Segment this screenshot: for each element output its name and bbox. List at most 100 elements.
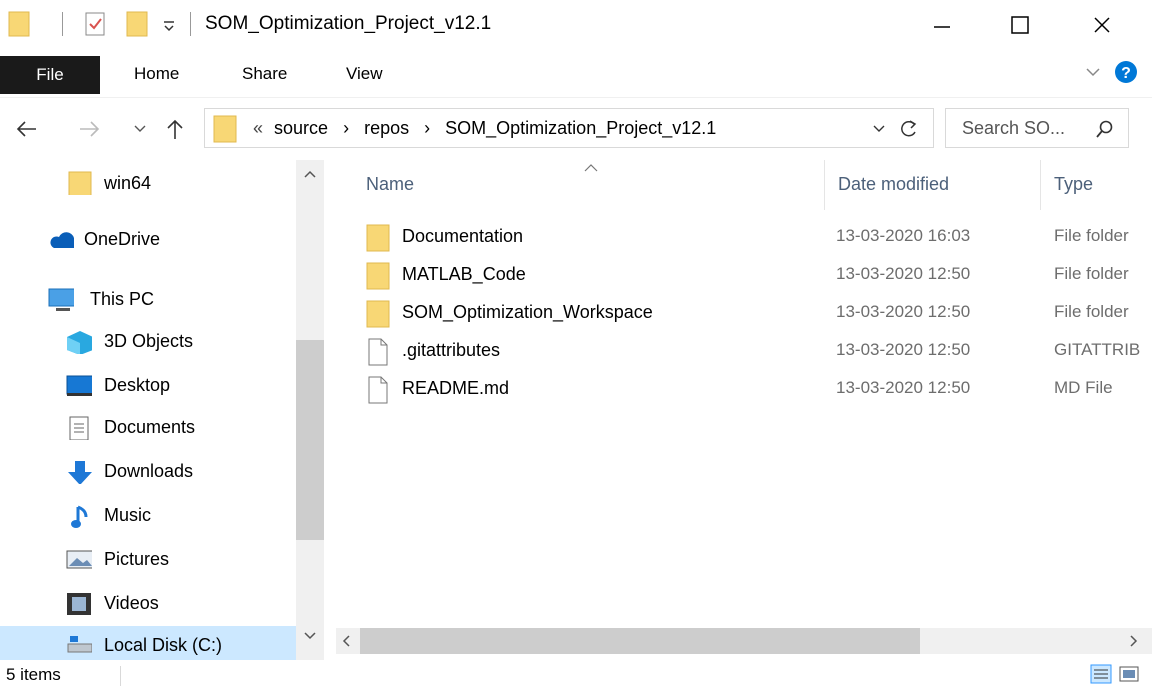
folder-icon — [68, 171, 92, 195]
nav-item-label: OneDrive — [84, 229, 161, 249]
nav-item-label: Desktop — [104, 375, 171, 395]
file-date: 13-03-2020 12:50 — [836, 340, 971, 359]
properties-icon[interactable] — [84, 10, 108, 38]
folder-icon — [213, 115, 237, 143]
ribbon-tabs: File Home Share View ? — [0, 50, 1152, 98]
nav-item-pictures[interactable]: Pictures — [0, 540, 296, 580]
nav-item-videos[interactable]: Videos — [0, 584, 296, 624]
maximize-icon — [1011, 16, 1029, 34]
file-row[interactable]: Documentation 13-03-2020 16:03 File fold… — [360, 218, 1152, 256]
minimize-button[interactable] — [912, 0, 972, 50]
column-header-name[interactable]: Name — [366, 174, 414, 195]
folder-icon — [366, 300, 390, 328]
file-name: Documentation — [402, 226, 524, 246]
breadcrumb-separator[interactable]: › — [424, 118, 430, 138]
file-type: MD File — [1054, 378, 1113, 397]
file-type: File folder — [1054, 302, 1129, 321]
status-bar: 5 items — [0, 660, 1152, 688]
3d-objects-icon — [67, 331, 92, 354]
scroll-down-chevron-icon[interactable] — [304, 632, 316, 640]
nav-item-label: Documents — [104, 417, 196, 437]
file-icon — [368, 376, 388, 404]
nav-item-3d-objects[interactable]: 3D Objects — [0, 322, 296, 362]
title-bar: SOM_Optimization_Project_v12.1 — [0, 0, 1152, 50]
divider — [62, 12, 63, 36]
address-bar[interactable]: « source › repos › SOM_Optimization_Proj… — [204, 108, 934, 148]
nav-item-win64[interactable]: win64 — [0, 164, 296, 204]
file-type: GITATTRIB — [1054, 340, 1141, 359]
scroll-left-chevron-icon[interactable] — [342, 635, 350, 647]
nav-item-this-pc[interactable]: This PC — [0, 280, 296, 320]
close-button[interactable] — [1072, 0, 1132, 50]
column-separator[interactable] — [1040, 160, 1041, 210]
file-name: README.md — [402, 378, 510, 398]
up-arrow-icon[interactable] — [166, 118, 184, 140]
forward-arrow-icon[interactable] — [78, 120, 100, 138]
tab-home[interactable]: Home — [134, 64, 179, 84]
column-header-date-modified[interactable]: Date modified — [838, 174, 949, 195]
recent-locations-chevron-icon[interactable] — [134, 125, 146, 133]
nav-item-downloads[interactable]: Downloads — [0, 452, 296, 492]
nav-item-label: Pictures — [104, 549, 170, 569]
file-name: SOM_Optimization_Workspace — [402, 302, 653, 322]
breadcrumb-item-repos[interactable]: repos — [364, 118, 409, 138]
maximize-button[interactable] — [990, 0, 1050, 50]
search-input[interactable]: Search SO... — [962, 118, 1065, 139]
nav-scrollbar-thumb[interactable] — [296, 340, 324, 540]
file-row[interactable]: README.md 13-03-2020 12:50 MD File — [360, 370, 1152, 408]
horizontal-scrollbar-thumb[interactable] — [360, 628, 920, 654]
nav-item-label: Downloads — [104, 461, 194, 481]
svg-text:?: ? — [1121, 65, 1131, 82]
item-count: 5 items — [6, 665, 61, 684]
navigation-pane: win64 OneDrive This PC 3D Objects Deskto… — [0, 160, 330, 660]
file-row[interactable]: SOM_Optimization_Workspace 13-03-2020 12… — [360, 294, 1152, 332]
file-type: File folder — [1054, 226, 1129, 245]
breadcrumb-separator[interactable]: › — [343, 118, 349, 138]
back-arrow-icon[interactable] — [16, 120, 38, 138]
file-row[interactable]: .gitattributes 13-03-2020 12:50 GITATTRI… — [360, 332, 1152, 370]
breadcrumb: « source › repos › SOM_Optimization_Proj… — [253, 118, 716, 139]
expand-ribbon-icon[interactable] — [1086, 68, 1100, 78]
tab-file[interactable]: File — [0, 56, 100, 94]
new-folder-icon[interactable] — [126, 10, 150, 38]
downloads-arrow-icon — [68, 461, 92, 484]
nav-item-local-disk[interactable]: Local Disk (C:) — [0, 626, 296, 660]
details-view-icon[interactable] — [1090, 664, 1112, 684]
scroll-up-chevron-icon[interactable] — [304, 170, 316, 178]
customize-toolbar-icon[interactable] — [162, 18, 176, 32]
search-icon[interactable] — [1096, 120, 1114, 138]
nav-item-onedrive[interactable]: OneDrive — [0, 220, 296, 260]
divider — [120, 666, 121, 686]
close-icon — [1094, 17, 1110, 33]
nav-item-label: Local Disk (C:) — [104, 635, 223, 655]
search-box[interactable]: Search SO... — [945, 108, 1129, 148]
column-header-type[interactable]: Type — [1054, 174, 1093, 195]
breadcrumb-item-source[interactable]: source — [274, 118, 328, 138]
breadcrumb-item-project[interactable]: SOM_Optimization_Project_v12.1 — [445, 118, 716, 138]
file-row[interactable]: MATLAB_Code 13-03-2020 12:50 File folder — [360, 256, 1152, 294]
horizontal-scrollbar[interactable] — [336, 628, 1152, 654]
address-dropdown-chevron-icon[interactable] — [873, 125, 885, 133]
nav-item-label: 3D Objects — [104, 331, 194, 351]
navigation-bar: « source › repos › SOM_Optimization_Proj… — [0, 98, 1152, 160]
nav-item-music[interactable]: Music — [0, 496, 296, 536]
column-separator[interactable] — [824, 160, 825, 210]
music-note-icon — [71, 505, 88, 528]
scroll-right-chevron-icon[interactable] — [1130, 635, 1138, 647]
tab-view[interactable]: View — [346, 64, 383, 84]
nav-item-desktop[interactable]: Desktop — [0, 366, 296, 406]
folder-icon — [366, 262, 390, 290]
desktop-icon — [66, 375, 92, 396]
nav-scrollbar[interactable] — [296, 160, 324, 660]
divider — [190, 12, 191, 36]
onedrive-cloud-icon — [50, 232, 74, 248]
help-icon[interactable]: ? — [1114, 60, 1138, 84]
refresh-icon[interactable] — [899, 119, 919, 139]
folder-icon — [8, 11, 30, 37]
breadcrumb-overflow[interactable]: « — [253, 118, 263, 138]
tab-share[interactable]: Share — [242, 64, 287, 84]
file-date: 13-03-2020 16:03 — [836, 226, 971, 245]
file-date: 13-03-2020 12:50 — [836, 378, 971, 397]
nav-item-documents[interactable]: Documents — [0, 408, 296, 448]
large-icons-view-icon[interactable] — [1118, 664, 1140, 684]
